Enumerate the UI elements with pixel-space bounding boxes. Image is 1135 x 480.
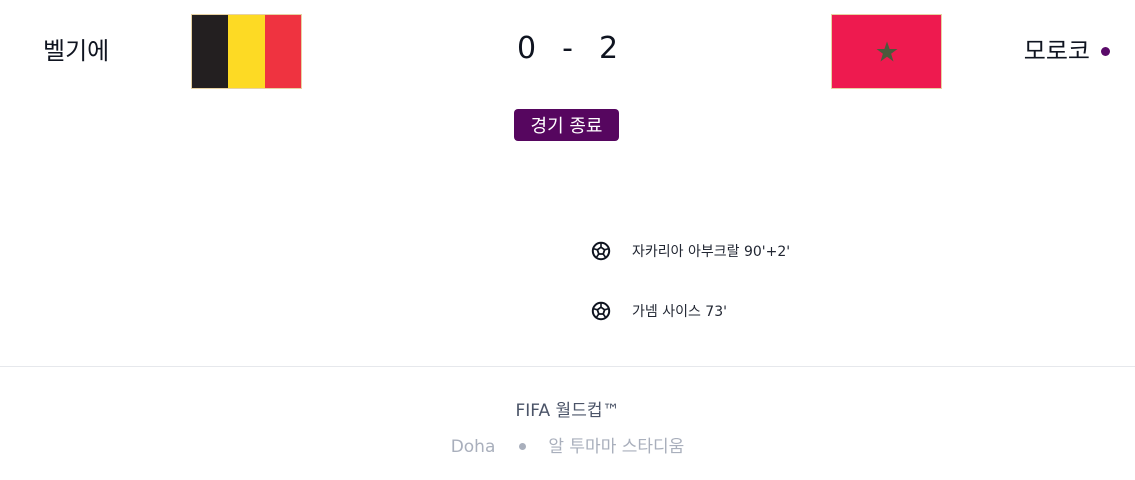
score-separator: - [562, 31, 573, 66]
flag-stripe-yellow [228, 15, 265, 88]
flag-stripe-black [192, 15, 229, 88]
home-team-name[interactable]: 벨기에 [43, 39, 109, 63]
away-score: 2 [598, 31, 619, 66]
goal-item: 가넴 사이스 73' [591, 299, 727, 323]
competition-name[interactable]: FIFA 월드컵™ [0, 396, 1135, 421]
venue-stadium: 알 투마마 스타디움 [548, 437, 685, 457]
home-score: 0 [516, 31, 537, 66]
flag-stripe-red [264, 15, 301, 88]
goal-scorer-text: 자카리아 아부크랄 90'+2' [632, 244, 791, 260]
belgium-flag-icon [191, 14, 302, 89]
match-card: 벨기에 0-2 모로코 경기 종료 자카리아 아부크랄 90'+2' 가넴 사이… [0, 0, 1135, 480]
match-status-badge: 경기 종료 [514, 109, 619, 141]
goal-scorer-text: 가넴 사이스 73' [632, 304, 727, 320]
morocco-flag-icon [831, 14, 942, 89]
scoreline: 0-2 [0, 34, 1135, 64]
away-team-name[interactable]: 모로코 [1024, 39, 1090, 63]
venue-info: Doha 알 투마마 스타디움 [0, 432, 1135, 457]
winner-indicator-dot [1101, 47, 1110, 56]
goal-item: 자카리아 아부크랄 90'+2' [591, 239, 790, 263]
flag-star-icon [832, 15, 941, 88]
soccer-ball-icon [591, 301, 611, 321]
section-divider [0, 366, 1135, 367]
soccer-ball-icon [591, 241, 611, 261]
separator-dot [519, 442, 527, 450]
venue-city: Doha [450, 437, 496, 457]
